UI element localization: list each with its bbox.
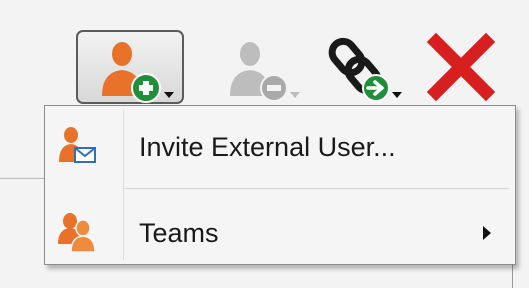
teams-icon xyxy=(58,213,96,253)
close-icon xyxy=(426,32,496,102)
menu-item-teams[interactable]: Teams xyxy=(47,196,513,268)
remove-user-button[interactable] xyxy=(206,30,316,106)
add-user-button[interactable] xyxy=(76,30,184,104)
menu-item-invite-external-user[interactable]: Invite External User... xyxy=(47,110,513,182)
menu-separator xyxy=(125,188,509,189)
chevron-down-icon xyxy=(392,92,402,98)
menu-item-label: Teams xyxy=(139,218,219,248)
chevron-down-icon xyxy=(164,92,174,98)
link-user-icon xyxy=(328,37,402,102)
submenu-arrow-icon xyxy=(483,226,491,240)
delete-button[interactable] xyxy=(426,30,529,106)
remove-user-icon xyxy=(230,42,300,102)
add-user-icon xyxy=(102,42,174,103)
background-divider xyxy=(0,178,48,179)
toolbar xyxy=(76,30,506,110)
dropdown-menu: Invite External User... Teams xyxy=(44,105,516,265)
chevron-down-icon xyxy=(290,92,300,98)
menu-item-label: Invite External User... xyxy=(139,132,396,162)
link-user-button[interactable] xyxy=(326,30,436,106)
invite-user-email-icon xyxy=(59,127,96,163)
